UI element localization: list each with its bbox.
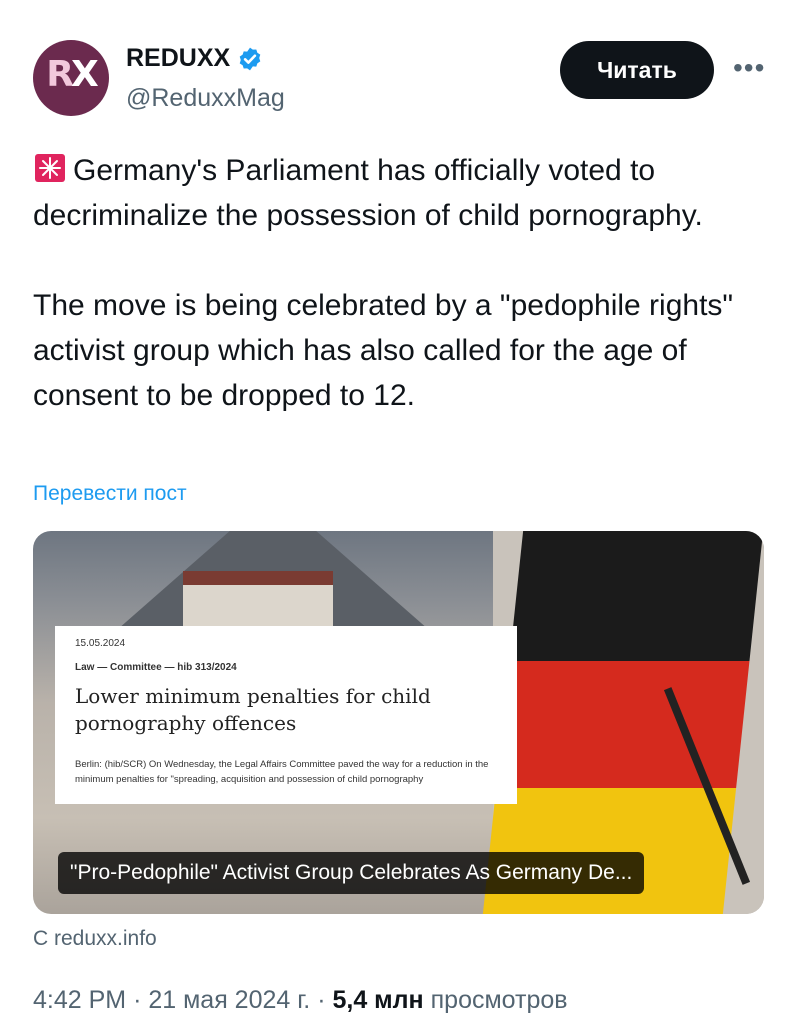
card-caption[interactable]: "Pro-Pedophile" Activist Group Celebrate… (58, 852, 645, 894)
link-preview-card[interactable]: 15.05.2024 Law — Committee — hib 313/202… (33, 531, 764, 914)
tweet-time[interactable]: 4:42 PM (33, 986, 126, 1014)
document-meta: Law — Committee — hib 313/2024 (75, 662, 237, 673)
author-display-name[interactable]: REDUXX (126, 44, 230, 73)
author-name-row[interactable]: REDUXX (126, 44, 263, 73)
avatar[interactable]: RX (33, 40, 109, 116)
more-dots-icon[interactable]: ••• (733, 52, 765, 84)
avatar-logo: RX (46, 54, 98, 95)
tweet-paragraph-1: Germany's Parliament has officially vote… (33, 154, 703, 232)
meta-separator: · (133, 986, 142, 1014)
meta-separator-2: · (317, 986, 326, 1014)
document-title: Lower minimum penalties for child pornog… (75, 684, 431, 735)
card-source[interactable]: С reduxx.info (33, 927, 157, 951)
document-screenshot: 15.05.2024 Law — Committee — hib 313/202… (55, 626, 517, 804)
alarm-light-icon (35, 154, 65, 182)
views-count: 5,4 млн (332, 986, 424, 1014)
verified-badge-icon (239, 47, 261, 70)
tweet-date[interactable]: 21 мая 2024 г. (148, 986, 310, 1014)
document-date: 15.05.2024 (75, 638, 126, 649)
read-button[interactable]: Читать (560, 41, 714, 99)
views-label: просмотров (430, 986, 568, 1014)
tweet-meta: 4:42 PM · 21 мая 2024 г. · 5,4 млн просм… (33, 986, 568, 1015)
author-handle[interactable]: @ReduxxMag (126, 84, 285, 113)
translate-post-link[interactable]: Перевести пост (33, 482, 187, 506)
document-body: Berlin: (hib/SCR) On Wednesday, the Lega… (75, 759, 489, 785)
tweet-text: Germany's Parliament has officially vote… (33, 148, 773, 418)
tweet-paragraph-2: The move is being celebrated by a "pedop… (33, 289, 734, 412)
